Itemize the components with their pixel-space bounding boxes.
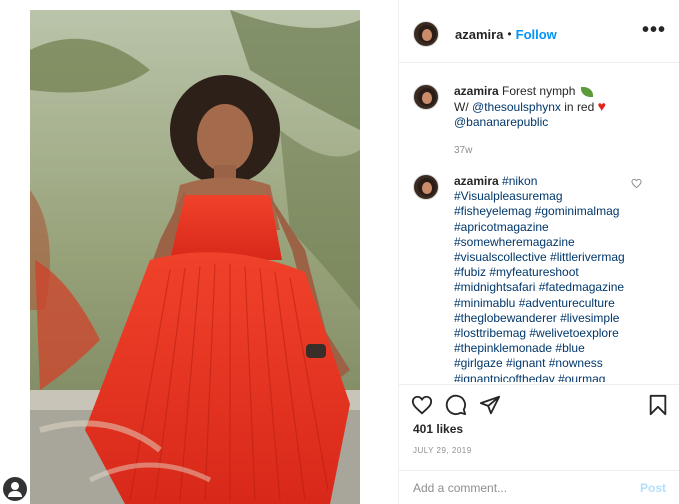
caption-text-1: Forest nymph [502,84,576,98]
separator-dot: • [507,27,512,41]
hashtag-line[interactable]: #Visualpleasuremag [454,189,563,203]
action-bar [411,394,671,418]
likes-count[interactable]: 401 likes [413,422,463,436]
mention-link[interactable]: @bananarepublic [454,115,548,129]
comment-input[interactable] [413,480,640,495]
hashtag-line[interactable]: #nikon [502,174,537,188]
profile-icon[interactable] [3,477,27,501]
post-header: azamira • Follow ••• [399,14,679,54]
post-comment-button[interactable]: Post [640,481,666,495]
hashtag-line[interactable]: #somewheremagazine [454,235,575,249]
hashtag-line[interactable]: #midnightsafari #fatedmagazine [454,280,624,294]
hashtag-line[interactable]: #fubiz #myfeatureshoot [454,265,579,279]
hashtag-line[interactable]: #apricotmagazine [454,220,549,234]
comment-like-heart-icon[interactable] [631,178,642,189]
caption-text-3: in red [564,100,595,115]
hashtag-line[interactable]: #losttribemag #welivetoexplore [454,326,619,340]
caption-username[interactable]: azamira [454,84,499,98]
caption-comment: azamira Forest nymph W/ @thesoulsphynx i… [413,84,668,158]
comment-composer: Post [399,470,679,504]
post-date[interactable]: JULY 29, 2019 [413,446,472,455]
hashtag-line[interactable]: #visualscollective #littlerivermag [454,250,625,264]
mention-link[interactable]: @thesoulsphynx [472,100,561,114]
leaf-emoji-icon [580,86,593,97]
comment-icon[interactable] [445,394,467,416]
follow-button[interactable]: Follow [516,27,557,42]
caption-text-2: W/ [454,100,469,115]
author-username[interactable]: azamira [455,27,503,42]
hashtag-line[interactable]: #girlgaze #ignant #nowness [454,356,603,370]
more-options-icon[interactable]: ••• [642,20,666,40]
hashtag-line[interactable]: #thepinklemonade #blue [454,341,585,355]
commenter-avatar[interactable] [413,174,439,200]
caption-avatar[interactable] [413,84,439,110]
actions-divider [399,384,679,385]
hashtag-line[interactable]: #ignantpicoftheday #ourmag [454,372,605,382]
hashtag-line[interactable]: #fisheyelemag #gominimalmag [454,204,619,218]
header-divider [399,62,679,63]
post-photo[interactable] [30,10,360,504]
author-avatar[interactable] [413,21,439,47]
hashtag-comment: azamira #nikon #Visualpleasuremag #fishe… [413,174,668,382]
red-heart-emoji-icon: ♥ [597,98,606,115]
hashtag-line[interactable]: #minimablu #adventureculture [454,296,615,310]
caption-timestamp[interactable]: 37w [454,143,644,158]
post-sidebar: azamira • Follow ••• azamira Forest nymp… [398,0,679,504]
hashtag-line[interactable]: #theglobewanderer #livesimple [454,311,619,325]
share-icon[interactable] [479,394,501,416]
comments-list[interactable]: azamira Forest nymph W/ @thesoulsphynx i… [399,70,679,382]
commenter-username[interactable]: azamira [454,174,499,188]
heart-icon[interactable] [411,394,433,416]
bookmark-icon[interactable] [647,394,669,416]
